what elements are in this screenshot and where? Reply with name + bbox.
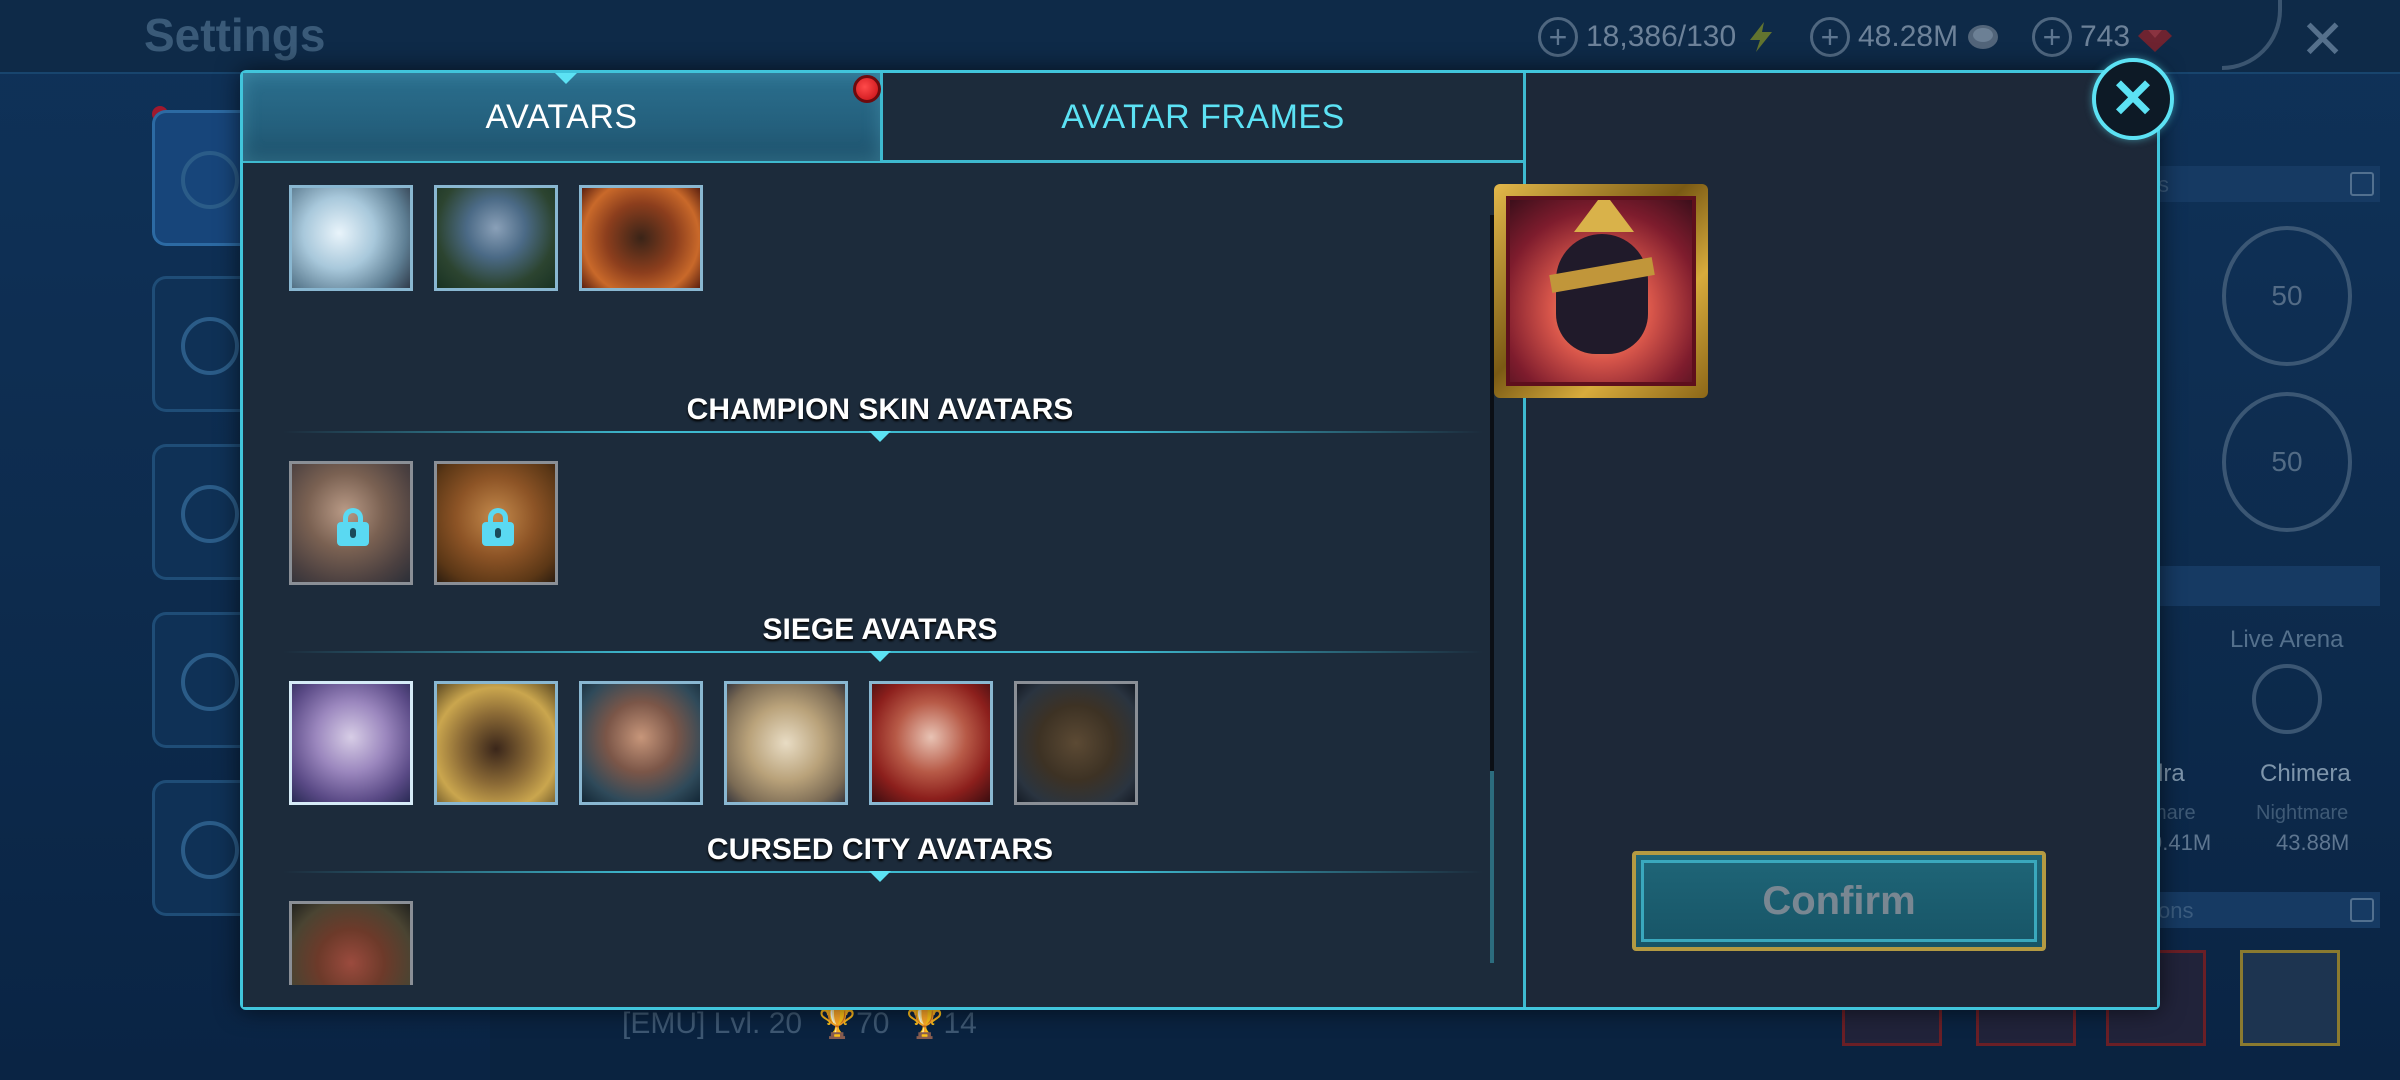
sidebar-info-button[interactable] xyxy=(152,612,248,748)
damage-value: 43.88M xyxy=(2276,830,2350,855)
info-icon xyxy=(181,653,239,711)
page-title: Settings xyxy=(144,9,326,61)
close-modal-button[interactable]: ✕ xyxy=(2092,58,2174,140)
confirm-label: Confirm xyxy=(1641,860,2037,942)
add-energy-icon[interactable]: + xyxy=(1538,17,1578,57)
trophy-icon: 🏆 xyxy=(906,1007,944,1040)
gem-resource[interactable]: + 743 xyxy=(2032,16,2173,58)
profile-icon xyxy=(181,151,239,209)
panther-pharaoh-avatar-icon xyxy=(1494,184,1708,398)
scarred-warrior-avatar-icon[interactable] xyxy=(579,681,703,805)
avatar-tabs: AVATARS AVATAR FRAMES xyxy=(243,73,1523,163)
ape-warrior-locked-avatar-icon[interactable] xyxy=(434,461,558,585)
silver-icon xyxy=(1968,25,1999,49)
background-bar-mid xyxy=(2150,566,2380,606)
crimson-queen-avatar-icon[interactable] xyxy=(869,681,993,805)
section-title-champion-skin: CHAMPION SKIN AVATARS xyxy=(686,393,1074,426)
close-icon: ✕ xyxy=(2110,69,2156,129)
gear-icon xyxy=(181,485,239,543)
sidebar-account-button[interactable] xyxy=(152,276,248,412)
background-bar-top: s xyxy=(2150,166,2380,202)
trophy-count: 14 xyxy=(943,1007,977,1040)
avatar-scroll-area[interactable]: CHAMPION SKIN AVATARS SIEGE AVATARS CURS… xyxy=(243,185,1483,985)
orc-brute-avatar-icon[interactable] xyxy=(1014,681,1138,805)
confirm-button[interactable]: Confirm xyxy=(1632,851,2046,951)
user-icon xyxy=(181,317,239,375)
background-bar-bottom: ons xyxy=(2150,892,2380,928)
sidebar-language-button[interactable] xyxy=(152,780,248,916)
scrollbar-thumb[interactable] xyxy=(1490,771,1494,963)
frost-beast-avatar-icon[interactable] xyxy=(289,185,413,291)
energy-resource[interactable]: + 18,386/130 xyxy=(1538,16,1778,58)
tab-avatar-frames[interactable]: AVATAR FRAMES xyxy=(883,73,1523,161)
elf-queen-locked-avatar-icon[interactable] xyxy=(289,461,413,585)
section-title-siege: SIEGE AVATARS xyxy=(762,613,998,646)
badge-level: 50 xyxy=(2271,280,2303,311)
trophy-icon: 🏆 xyxy=(818,1007,857,1040)
sidebar-settings-button[interactable] xyxy=(152,444,248,580)
silver-resource[interactable]: + 48.28M xyxy=(1810,16,2000,58)
bar-text: ons xyxy=(2158,898,2194,923)
rank-badge-2: 50 xyxy=(2222,392,2352,532)
champion-thumb[interactable] xyxy=(2240,950,2340,1046)
white-lion-avatar-icon[interactable] xyxy=(724,681,848,805)
silver-value: 48.28M xyxy=(1858,20,1959,53)
golden-ape-avatar-icon[interactable] xyxy=(434,681,558,805)
lock-icon xyxy=(337,508,369,546)
gem-value: 743 xyxy=(2080,20,2131,53)
energy-icon xyxy=(1750,22,1773,52)
edit-icon[interactable] xyxy=(2350,898,2374,922)
section-arrow-icon xyxy=(869,651,891,662)
notification-dot xyxy=(853,75,881,103)
section-arrow-icon xyxy=(869,431,891,442)
forest-elder-avatar-icon[interactable] xyxy=(434,185,558,291)
globe-icon xyxy=(181,821,239,879)
dungeon-name: Chimera xyxy=(2260,760,2351,787)
lion-demon-avatar-icon[interactable] xyxy=(579,185,703,291)
gem-icon xyxy=(2138,30,2173,52)
player-name-level: [EMU] Lvl. 20 xyxy=(622,1007,803,1040)
tab-avatars[interactable]: AVATARS xyxy=(243,73,883,161)
player-level: [EMU] Lvl. 20 🏆70 🏆14 xyxy=(622,1006,977,1041)
edit-icon[interactable] xyxy=(2350,172,2374,196)
active-tab-marker xyxy=(555,73,577,84)
close-icon[interactable]: ✕ xyxy=(2300,8,2345,71)
section-title-cursed-city: CURSED CITY AVATARS xyxy=(706,833,1054,866)
live-arena-label: Live Arena xyxy=(2230,626,2344,653)
sidebar-profile-button[interactable] xyxy=(152,110,248,246)
energy-value: 18,386/130 xyxy=(1586,20,1737,53)
pale-sorceress-avatar-icon[interactable] xyxy=(289,681,413,805)
section-arrow-icon xyxy=(869,871,891,882)
live-arena-icon xyxy=(2252,664,2322,734)
add-silver-icon[interactable]: + xyxy=(1810,17,1850,57)
rank-badge-1: 50 xyxy=(2222,226,2352,366)
trophy-count: 70 xyxy=(856,1007,890,1040)
avatar-list-panel: AVATARS AVATAR FRAMES CHAMPION SKIN AVAT… xyxy=(243,73,1523,1007)
add-gem-icon[interactable]: + xyxy=(2032,17,2072,57)
horned-demon-avatar-icon[interactable] xyxy=(289,901,413,985)
lock-icon xyxy=(482,508,514,546)
badge-level: 50 xyxy=(2271,446,2303,477)
difficulty-label: Nightmare xyxy=(2256,802,2349,824)
